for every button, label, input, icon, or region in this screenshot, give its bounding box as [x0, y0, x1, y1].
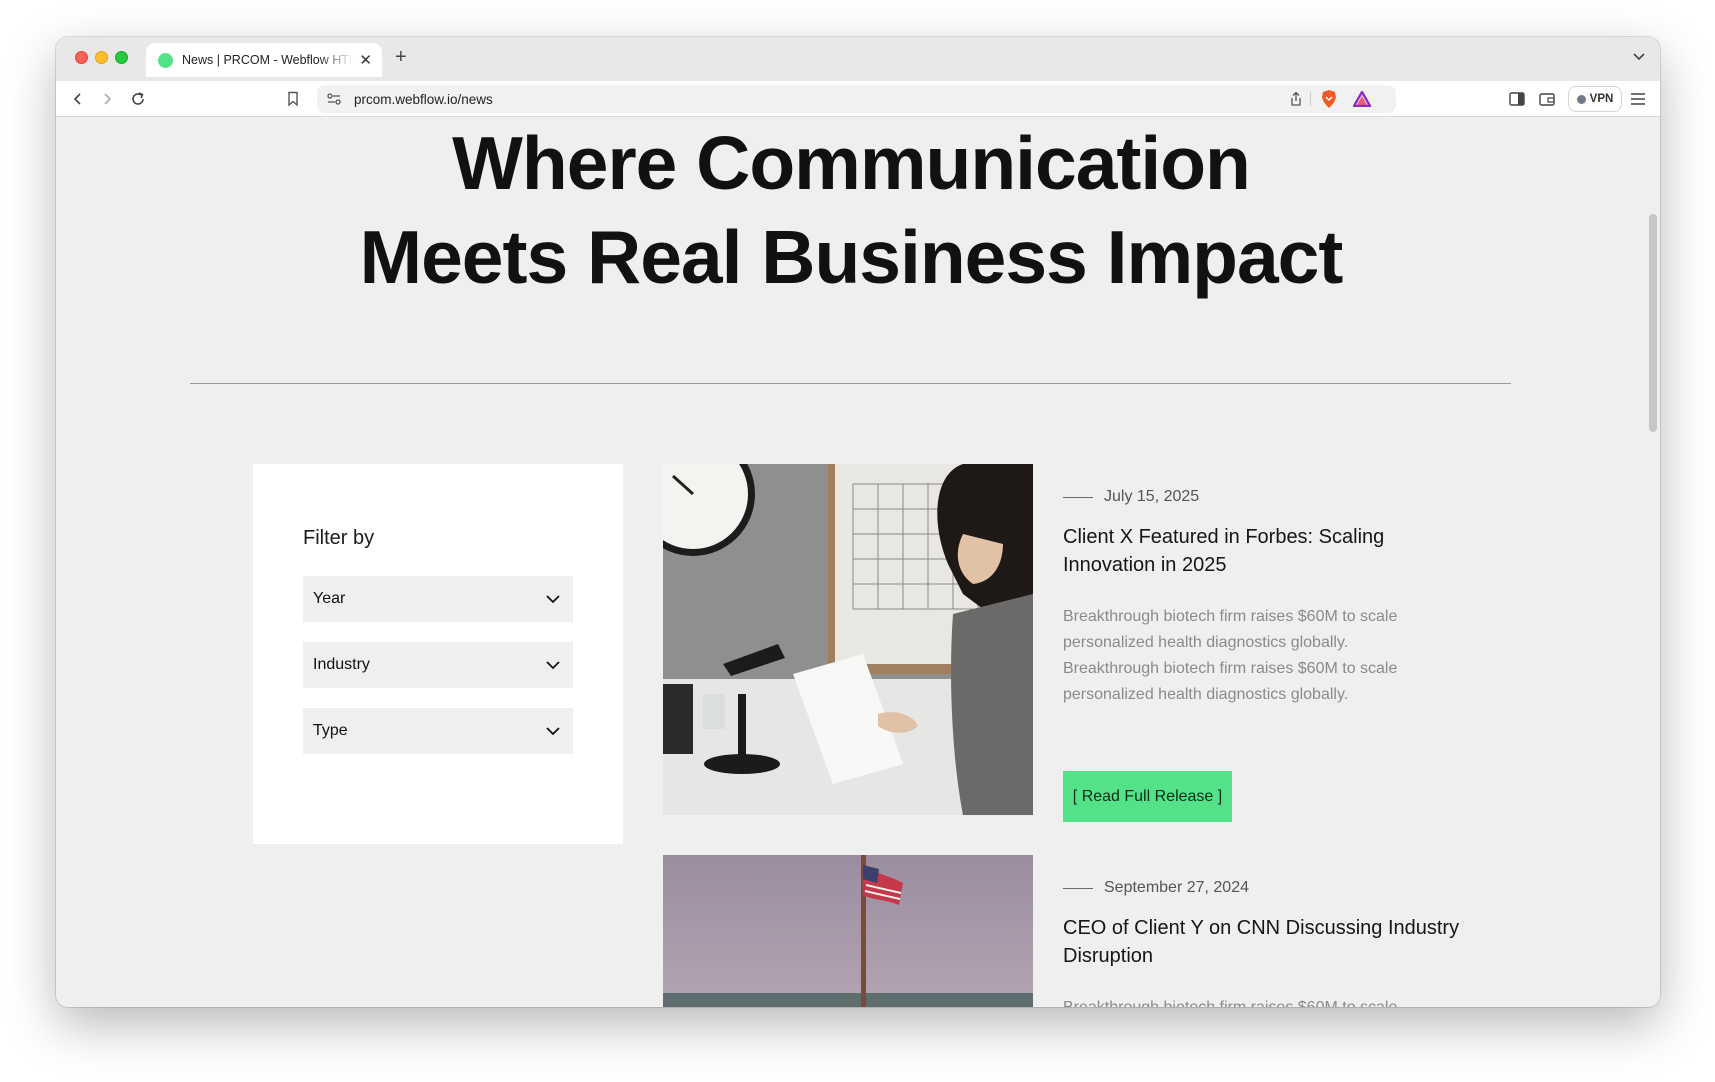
site-favicon-icon: [158, 52, 173, 68]
industry-filter-label: Industry: [313, 656, 370, 673]
news-date-row: September 27, 2024: [1063, 879, 1249, 897]
scrollbar-track[interactable]: [1646, 118, 1660, 1007]
menu-icon[interactable]: [1628, 89, 1648, 109]
address-bar[interactable]: prcom.webflow.io/news: [317, 85, 1396, 113]
year-filter-label: Year: [313, 590, 346, 607]
reload-icon[interactable]: [128, 89, 148, 109]
share-icon[interactable]: [1289, 91, 1303, 107]
scrollbar-thumb[interactable]: [1649, 214, 1657, 432]
chevron-down-icon: [546, 727, 560, 736]
tab-close-icon[interactable]: ✕: [359, 51, 372, 69]
hero-line-2: Meets Real Business Impact: [359, 215, 1344, 299]
back-arrow-icon[interactable]: [68, 89, 88, 109]
news-image-flag[interactable]: [663, 855, 1033, 1007]
date-line: [1063, 496, 1093, 498]
hero-line-1: Where Communication: [452, 121, 1251, 205]
news-date: July 15, 2025: [1104, 488, 1200, 505]
hero-heading: Where Communication Meets Real Business …: [56, 118, 1646, 304]
tab-title: News | PRCOM - Webflow HTML website temp…: [182, 53, 353, 67]
chevron-down-icon: [546, 595, 560, 604]
page-content: Where Communication Meets Real Business …: [56, 118, 1646, 1007]
new-tab-icon[interactable]: +: [395, 46, 407, 69]
wallet-icon[interactable]: [1537, 89, 1557, 109]
vpn-button[interactable]: VPN: [1568, 86, 1622, 112]
brave-shields-icon[interactable]: [1320, 89, 1338, 109]
chevron-down-icon: [546, 661, 560, 670]
read-full-release-button[interactable]: [ Read Full Release ]: [1063, 771, 1232, 822]
news-description: Breakthrough biotech firm raises $60M to…: [1063, 995, 1433, 1007]
type-filter-select[interactable]: Type: [303, 708, 573, 754]
chevron-down-icon[interactable]: [1632, 49, 1646, 63]
news-date: September 27, 2024: [1104, 879, 1249, 896]
news-date-row: July 15, 2025: [1063, 488, 1199, 506]
type-filter-label: Type: [313, 722, 348, 739]
year-filter-select[interactable]: Year: [303, 576, 573, 622]
toolbar-separator: [1310, 92, 1311, 106]
date-line: [1063, 887, 1093, 889]
filter-panel: Filter by Year Industry Type: [253, 464, 623, 844]
news-title[interactable]: CEO of Client Y on CNN Discussing Indust…: [1063, 914, 1463, 970]
forward-arrow-icon[interactable]: [97, 89, 117, 109]
minimize-window-button[interactable]: [95, 51, 108, 64]
close-window-button[interactable]: [75, 51, 88, 64]
filter-title: Filter by: [303, 527, 375, 549]
brave-rewards-icon[interactable]: [1353, 91, 1371, 107]
tab-strip: News | PRCOM - Webflow HTML website temp…: [56, 37, 1660, 81]
bookmark-icon[interactable]: [283, 89, 303, 109]
url-text: prcom.webflow.io/news: [354, 91, 493, 107]
maximize-window-button[interactable]: [115, 51, 128, 64]
news-description: Breakthrough biotech firm raises $60M to…: [1063, 608, 1398, 703]
browser-toolbar: prcom.webflow.io/news VPN: [56, 81, 1660, 117]
site-settings-icon[interactable]: [327, 93, 341, 105]
browser-window: News | PRCOM - Webflow HTML website temp…: [56, 37, 1660, 1007]
news-image-podcast[interactable]: [663, 464, 1033, 815]
sidebar-icon[interactable]: [1507, 89, 1527, 109]
news-title[interactable]: Client X Featured in Forbes: Scaling Inn…: [1063, 523, 1463, 579]
browser-tab-active[interactable]: News | PRCOM - Webflow HTML website temp…: [146, 43, 382, 77]
vpn-label: VPN: [1589, 93, 1614, 105]
section-divider: [190, 383, 1511, 384]
industry-filter-select[interactable]: Industry: [303, 642, 573, 688]
vpn-status-icon: [1576, 94, 1586, 104]
